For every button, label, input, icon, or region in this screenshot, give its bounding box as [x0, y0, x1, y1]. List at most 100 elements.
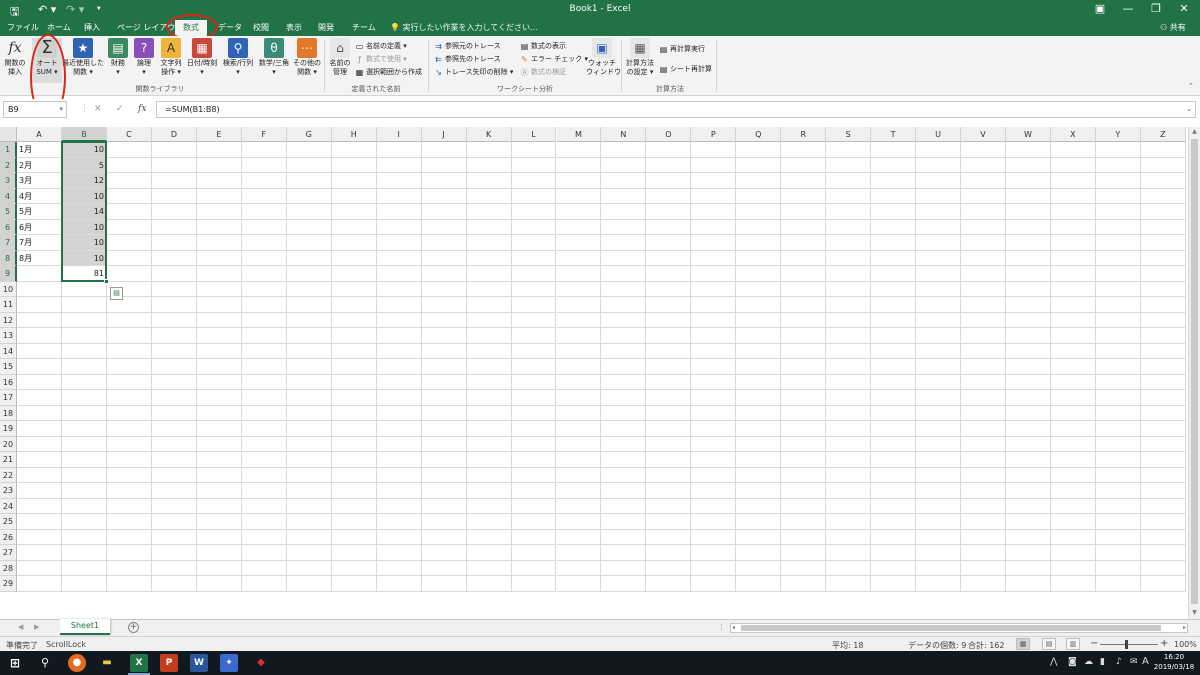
cell-c24[interactable] [107, 498, 152, 514]
cell-e1[interactable] [196, 142, 242, 158]
row-header-2[interactable]: 2 [0, 157, 17, 173]
cell-s7[interactable] [826, 235, 872, 251]
cell-n8[interactable] [601, 250, 647, 266]
cell-w17[interactable] [1006, 390, 1051, 406]
cell-u22[interactable] [916, 467, 962, 483]
cell-u1[interactable] [916, 142, 962, 158]
cell-u13[interactable] [916, 328, 962, 344]
cell-n26[interactable] [601, 529, 647, 545]
cell-w22[interactable] [1006, 467, 1051, 483]
cell-i17[interactable] [376, 390, 422, 406]
row-header-5[interactable]: 5 [0, 204, 17, 220]
cell-c12[interactable] [107, 312, 152, 328]
cell-x18[interactable] [1050, 405, 1096, 421]
cell-p1[interactable] [691, 142, 737, 158]
cell-n3[interactable] [601, 173, 647, 189]
cell-z7[interactable] [1140, 235, 1186, 251]
datetime-button[interactable]: ▦ 日付/時刻 ▾ [184, 38, 220, 77]
cell-h2[interactable] [331, 157, 377, 173]
cell-r20[interactable] [781, 436, 827, 452]
cell-f24[interactable] [241, 498, 287, 514]
cell-b24[interactable] [62, 498, 107, 514]
cell-r9[interactable] [781, 266, 827, 282]
zoom-out-icon[interactable]: − [1090, 638, 1098, 649]
cell-x6[interactable] [1050, 219, 1096, 235]
cell-k20[interactable] [466, 436, 512, 452]
cell-k4[interactable] [466, 188, 512, 204]
cell-k23[interactable] [466, 483, 512, 499]
column-header-o[interactable]: O [646, 127, 692, 142]
cell-o11[interactable] [646, 297, 692, 313]
cell-o14[interactable] [646, 343, 692, 359]
cell-a15[interactable] [17, 359, 62, 375]
cell-e15[interactable] [196, 359, 242, 375]
cell-v17[interactable] [961, 390, 1006, 406]
cell-y16[interactable] [1095, 374, 1141, 390]
cell-e2[interactable] [196, 157, 242, 173]
cell-q29[interactable] [736, 576, 782, 592]
cell-q25[interactable] [736, 514, 782, 530]
cell-j16[interactable] [421, 374, 467, 390]
cell-i29[interactable] [376, 576, 422, 592]
cell-a25[interactable] [17, 514, 62, 530]
cell-q19[interactable] [736, 421, 782, 437]
word-icon[interactable]: W [190, 654, 208, 672]
cell-n2[interactable] [601, 157, 647, 173]
column-header-h[interactable]: H [331, 127, 377, 142]
cell-e24[interactable] [196, 498, 242, 514]
cell-d25[interactable] [151, 514, 197, 530]
row-header-4[interactable]: 4 [0, 188, 17, 204]
cell-u8[interactable] [916, 250, 962, 266]
cell-a2[interactable]: 2月 [17, 157, 62, 173]
cell-k22[interactable] [466, 467, 512, 483]
cell-m19[interactable] [556, 421, 602, 437]
cell-g20[interactable] [286, 436, 332, 452]
cell-e7[interactable] [196, 235, 242, 251]
cell-k9[interactable] [466, 266, 512, 282]
cell-j26[interactable] [421, 529, 467, 545]
volume-icon[interactable]: ♪ [1116, 657, 1122, 667]
cell-v24[interactable] [961, 498, 1006, 514]
cell-c23[interactable] [107, 483, 152, 499]
cell-c22[interactable] [107, 467, 152, 483]
cell-t17[interactable] [871, 390, 917, 406]
cell-m28[interactable] [556, 560, 602, 576]
cell-a21[interactable] [17, 452, 62, 468]
cell-n29[interactable] [601, 576, 647, 592]
cell-c27[interactable] [107, 545, 152, 561]
cell-m23[interactable] [556, 483, 602, 499]
cell-m27[interactable] [556, 545, 602, 561]
cell-c20[interactable] [107, 436, 152, 452]
cell-u17[interactable] [916, 390, 962, 406]
page-layout-view-icon[interactable]: ▤ [1042, 638, 1056, 650]
cell-p28[interactable] [691, 560, 737, 576]
cell-u4[interactable] [916, 188, 962, 204]
cell-f17[interactable] [241, 390, 287, 406]
cell-e22[interactable] [196, 467, 242, 483]
cell-p16[interactable] [691, 374, 737, 390]
show-formulas-button[interactable]: ▤ 数式の表示 [520, 41, 566, 51]
cell-e29[interactable] [196, 576, 242, 592]
calculate-now-button[interactable]: ▤ 再計算実行 [659, 44, 705, 54]
cell-v23[interactable] [961, 483, 1006, 499]
cell-b27[interactable] [62, 545, 107, 561]
row-header-21[interactable]: 21 [0, 452, 17, 468]
cell-y15[interactable] [1095, 359, 1141, 375]
column-header-t[interactable]: T [871, 127, 917, 142]
cell-l13[interactable] [511, 328, 557, 344]
row-header-18[interactable]: 18 [0, 405, 17, 421]
cell-z2[interactable] [1140, 157, 1186, 173]
cell-j29[interactable] [421, 576, 467, 592]
cell-n4[interactable] [601, 188, 647, 204]
cell-z27[interactable] [1140, 545, 1186, 561]
cell-o4[interactable] [646, 188, 692, 204]
cell-n17[interactable] [601, 390, 647, 406]
cell-w11[interactable] [1006, 297, 1051, 313]
file-explorer-icon[interactable]: ▬ [98, 654, 116, 672]
cell-h26[interactable] [331, 529, 377, 545]
cell-h12[interactable] [331, 312, 377, 328]
cell-n1[interactable] [601, 142, 647, 158]
cell-r19[interactable] [781, 421, 827, 437]
cell-s14[interactable] [826, 343, 872, 359]
cell-i8[interactable] [376, 250, 422, 266]
